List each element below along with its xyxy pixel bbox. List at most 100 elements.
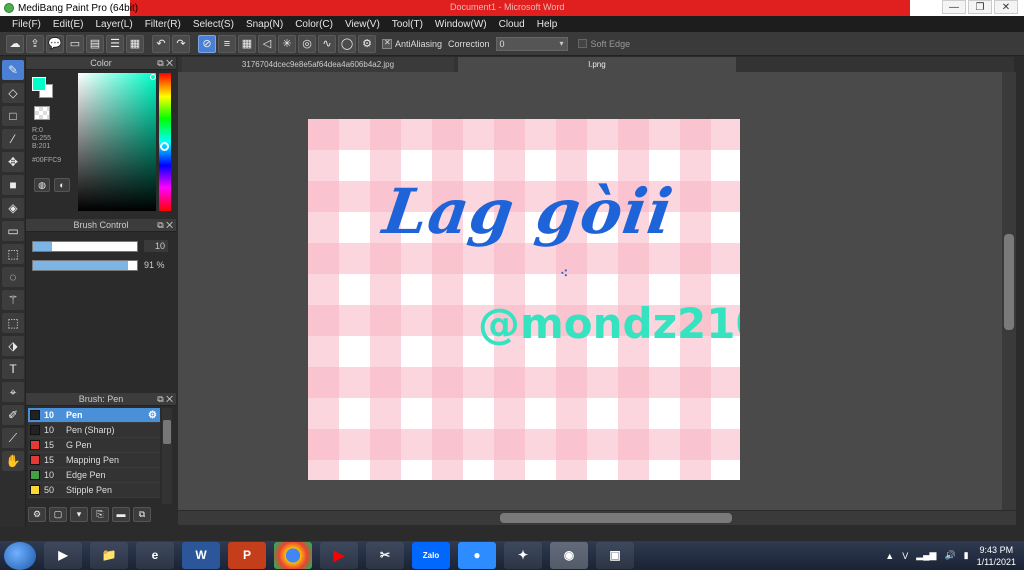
hand-tool-icon[interactable]: ✋ [2,451,24,471]
volume-icon[interactable]: 🔊 [944,550,955,561]
antialiasing-checkbox[interactable] [382,38,392,49]
brush-list-item[interactable]: 10 Pen (Sharp) [28,423,160,438]
brush-list-item[interactable]: 10 Edge Pen [28,468,160,483]
taskbar-uc-browser-icon[interactable]: ✦ [504,542,542,569]
scrollbar-thumb[interactable] [1004,234,1014,330]
operation-tool-icon[interactable]: ⌖ [2,382,24,402]
fill-rect-tool-icon[interactable]: ■ [2,175,24,195]
lasso-tool-icon[interactable]: ◌ [2,267,24,287]
eyedropper-tool-icon[interactable]: ⟋ [2,428,24,448]
signal-icon[interactable]: ▂▄▆ [916,550,936,561]
add-brush-icon[interactable]: ⚙ [28,507,46,522]
power-icon[interactable]: ▮ [964,550,969,561]
message-icon[interactable]: ▭ [66,34,84,53]
palette-settings-icon[interactable]: ◐ [54,178,70,192]
grid-icon[interactable]: ▦ [126,34,144,53]
taskbar-paint-icon[interactable]: ✂ [366,542,404,569]
brush-list-scrollbar[interactable] [162,408,172,504]
document-icon[interactable]: ▤ [86,34,104,53]
new-brush-icon[interactable]: ▢ [49,507,67,522]
menu-help[interactable]: Help [531,19,564,30]
restore-button[interactable]: ❐ [968,0,992,14]
undo-icon[interactable]: ↶ [152,34,170,53]
panel-controls-icon[interactable]: ⧉ ✕ [157,219,173,232]
snap-vanishing-icon[interactable]: ◁ [258,34,276,53]
transparent-color-swatch[interactable] [34,106,50,120]
bucket-tool-icon[interactable]: ◈ [2,198,24,218]
scrollbar-thumb[interactable] [500,513,732,523]
start-button[interactable] [4,541,36,570]
magic-wand-tool-icon[interactable]: ⚚ [2,290,24,310]
canvas-area[interactable]: Lag gòii ⁖ @mondz2108 [178,72,1002,510]
brush-copy-icon[interactable]: ⎘ [91,507,109,522]
panel-controls-icon[interactable]: ⧉ ✕ [157,393,173,406]
menu-select[interactable]: Select(S) [187,19,240,30]
palette-icon[interactable]: ◍ [34,178,50,192]
menu-cloud[interactable]: Cloud [493,19,531,30]
panel-controls-icon[interactable]: ⧉ ✕ [157,57,173,70]
list-icon[interactable]: ☰ [106,34,124,53]
snap-radial-icon[interactable]: ✳ [278,34,296,53]
brush-list-item[interactable]: 15 Mapping Pen [28,453,160,468]
brush-list-item[interactable]: 50 Stipple Pen [28,483,160,498]
upload-icon[interactable]: ⇪ [26,34,44,53]
brush-duplicate-icon[interactable]: ⧉ [133,507,151,522]
menu-file[interactable]: File(F) [6,19,47,30]
cloud-icon[interactable]: ☁ [6,34,24,53]
menu-tool[interactable]: Tool(T) [386,19,429,30]
select-rect-tool-icon[interactable]: ⬚ [2,244,24,264]
brush-size-slider[interactable] [32,241,138,252]
language-indicator[interactable]: V [902,551,908,561]
brush-size-value[interactable]: 10 [144,240,168,252]
brush-folder-icon[interactable]: ▬ [112,507,130,522]
clock[interactable]: 9:43 PM 1/11/2021 [977,544,1016,568]
scrollbar-thumb[interactable] [163,420,171,444]
saturation-value-picker[interactable] [78,73,156,211]
brush-list-item[interactable]: 15 G Pen [28,438,160,453]
move-tool-icon[interactable]: ✥ [2,152,24,172]
hue-marker[interactable] [160,142,169,151]
menu-color[interactable]: Color(C) [289,19,339,30]
taskbar-zoom-icon[interactable]: ● [458,542,496,569]
menu-window[interactable]: Window(W) [429,19,493,30]
snap-curve-icon[interactable]: ∿ [318,34,336,53]
gradient-tool-icon[interactable]: ▭ [2,221,24,241]
brush-menu-icon[interactable]: ▾ [70,507,88,522]
taskbar-explorer-icon[interactable]: 📁 [90,542,128,569]
menu-filter[interactable]: Filter(R) [139,19,187,30]
select-eraser-tool-icon[interactable]: ⬗ [2,336,24,356]
brush-list-item[interactable]: 10 Pen ⚙ [28,408,160,423]
taskbar-media-player-icon[interactable]: ▶ [44,542,82,569]
comment-icon[interactable]: 💬 [46,34,64,53]
saturation-marker[interactable] [150,74,156,80]
vertical-scrollbar[interactable] [1002,72,1016,510]
snap-parallel-icon[interactable]: ≡ [218,34,236,53]
menu-edit[interactable]: Edit(E) [47,19,90,30]
pen-tool-icon[interactable]: ✎ [2,60,24,80]
snap-ellipse-icon[interactable]: ◯ [338,34,356,53]
taskbar-screen-icon[interactable]: ▣ [596,542,634,569]
correction-select[interactable]: 0 ▾ [495,36,568,51]
menu-layer[interactable]: Layer(L) [89,19,138,30]
minimize-button[interactable]: — [942,0,966,14]
taskbar-medibang-icon[interactable]: ◉ [550,542,588,569]
eraser-tool-icon[interactable]: ◇ [2,83,24,103]
select-pen-tool-icon[interactable]: ⬚ [2,313,24,333]
snap-circle-icon[interactable]: ◎ [298,34,316,53]
gear-icon[interactable]: ⚙ [148,410,160,421]
horizontal-scrollbar[interactable] [178,511,1016,525]
snap-settings-icon[interactable]: ⚙ [358,34,376,53]
taskbar-youtube-icon[interactable]: ▶ [320,542,358,569]
tray-expand-icon[interactable]: ▲ [885,551,894,561]
snap-cross-icon[interactable]: ▦ [238,34,256,53]
tab-document-jpg[interactable]: 3176704dcec9e8e5af64dea4a606b4a2.jpg [182,57,454,72]
taskbar-word-icon[interactable]: W [182,542,220,569]
taskbar-chrome-icon[interactable] [274,542,312,569]
divide-tool-icon[interactable]: ✐ [2,405,24,425]
snap-off-icon[interactable]: ⊘ [198,34,216,53]
text-tool-icon[interactable]: T [2,359,24,379]
artwork-canvas[interactable]: Lag gòii ⁖ @mondz2108 [308,119,740,480]
rectangle-tool-icon[interactable]: □ [2,106,24,126]
foreground-color-swatch[interactable] [32,77,46,91]
soft-edge-checkbox[interactable] [577,39,587,48]
